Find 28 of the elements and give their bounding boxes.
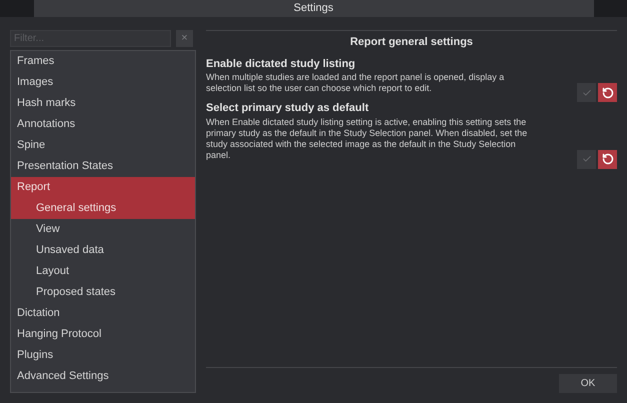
sidebar-item[interactable]: Hanging Protocol	[11, 324, 195, 345]
reset-icon	[602, 86, 614, 98]
sidebar-item[interactable]: Unsaved data	[11, 240, 195, 261]
sidebar-item[interactable]: Report	[11, 177, 195, 198]
sidebar-item[interactable]: Proposed states	[11, 282, 195, 303]
check-icon	[582, 88, 592, 98]
setting-description: When Enable dictated study listing setting is active, enabling this setting sets the primary study as the default in the Study Selection panel. When disabled, set the study associated with the selected image as the default in the Study Selection panel.	[206, 116, 528, 160]
ok-button[interactable]: OK	[559, 374, 617, 393]
sidebar-item[interactable]: General settings	[11, 198, 195, 219]
sidebar-item[interactable]: Images	[11, 72, 195, 93]
setting-title: Select primary study as default	[206, 101, 370, 116]
reset-icon	[602, 153, 614, 165]
sidebar-item[interactable]: Annotations	[11, 114, 195, 135]
setting-title: Enable dictated study listing	[206, 56, 356, 72]
sidebar-item[interactable]: Layout	[11, 261, 195, 282]
sidebar-item[interactable]: Spine	[11, 135, 195, 156]
sidebar-item[interactable]: Presentation States	[11, 156, 195, 177]
check-icon	[582, 154, 592, 164]
sidebar-item[interactable]: Plugins	[11, 345, 195, 366]
sidebar-item[interactable]: View	[11, 219, 195, 240]
window-title: Settings	[34, 0, 594, 17]
sidebar-item[interactable]: Dictation	[11, 303, 195, 324]
sidebar-item[interactable]: Advanced Settings	[11, 366, 195, 387]
reset-button[interactable]	[598, 150, 617, 168]
panel-title: Report general settings	[349, 35, 474, 50]
sidebar-item[interactable]: Hash marks	[11, 93, 195, 114]
setting-description: When multiple studies are loaded and the report panel is opened, display a selection list so the user can choose which report to edit.	[206, 72, 506, 94]
sidebar-item[interactable]: Frames	[11, 51, 195, 72]
